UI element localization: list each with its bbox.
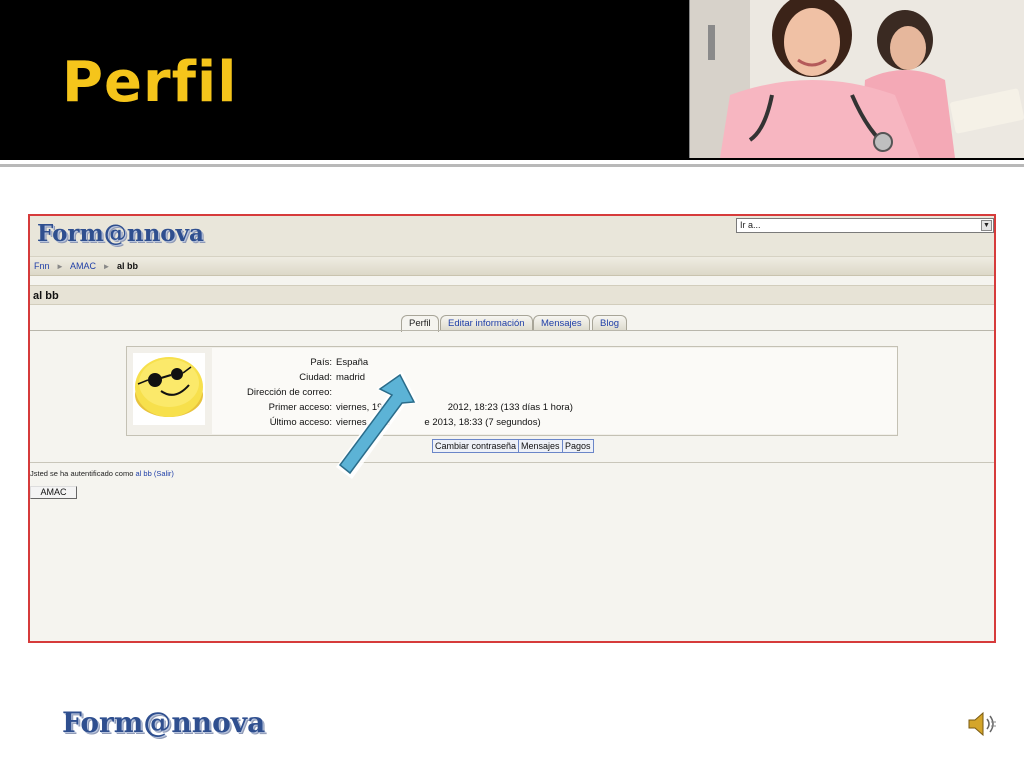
breadcrumb: Fnn ► AMAC ► al bb	[30, 257, 994, 276]
payments-button[interactable]: Pagos	[562, 439, 594, 453]
messages-button[interactable]: Mensajes	[518, 439, 563, 453]
breadcrumb-fnn[interactable]: Fnn	[34, 261, 50, 271]
embedded-screenshot: Form@nnova Ir a... ▼ Fnn ► AMAC ► al bb …	[28, 214, 996, 643]
dropdown-arrow-icon[interactable]: ▼	[981, 220, 992, 231]
slide-header: Perfil	[0, 0, 1024, 160]
nurses-photo	[689, 0, 1024, 158]
field-label: Primer acceso:	[268, 402, 332, 413]
field-value-tail: 2012, 18:23 (133 días 1 hora)	[447, 402, 573, 413]
breadcrumb-current: al bb	[116, 261, 138, 271]
profile-box: País: España Ciudad: madrid Dirección de c…	[126, 346, 898, 436]
field-label: Ciudad:	[299, 372, 332, 383]
avatar	[133, 353, 205, 425]
field-email: Dirección de correo:	[212, 387, 336, 398]
field-value-tail: e 2013, 18:33 (7 segundos)	[424, 417, 541, 428]
slide-title: Perfil	[62, 50, 238, 115]
footer-logo: Form@nnova	[62, 706, 266, 739]
pointer-arrow-icon	[336, 371, 418, 479]
app-logo: Form@nnova	[37, 220, 204, 247]
login-info-text: Jsted se ha autentificado como	[30, 469, 134, 478]
login-user-link[interactable]: al bb	[136, 469, 152, 478]
breadcrumb-separator-icon: ►	[102, 262, 111, 271]
tabs-baseline	[30, 330, 994, 331]
footer-divider	[30, 462, 994, 463]
tab-blog[interactable]: Blog	[592, 315, 628, 331]
breadcrumb-amac[interactable]: AMAC	[70, 261, 96, 271]
speaker-icon[interactable]	[966, 708, 998, 740]
tab-mensajes[interactable]: Mensajes	[533, 315, 590, 331]
jump-to-select[interactable]: Ir a... ▼	[736, 218, 994, 233]
change-password-button[interactable]: Cambiar contraseña	[432, 439, 520, 453]
page-title: al bb	[30, 285, 994, 305]
field-label: Último acceso:	[269, 417, 332, 428]
course-button[interactable]: AMAC	[30, 486, 77, 499]
login-info: Jsted se ha autentificado como al bb (Sa…	[30, 469, 174, 478]
header-divider	[0, 164, 1024, 167]
field-label: Dirección de correo:	[246, 387, 332, 398]
profile-fields: País: España Ciudad: madrid Dirección de c…	[212, 348, 897, 434]
tab-editar-informacion[interactable]: Editar información	[440, 315, 533, 331]
jump-to-value: Ir a...	[740, 220, 761, 230]
breadcrumb-separator-icon: ►	[56, 262, 64, 271]
field-label: País:	[310, 357, 332, 368]
logout-link[interactable]: (Salir)	[154, 469, 174, 478]
app-header: Form@nnova Ir a... ▼	[30, 216, 994, 257]
